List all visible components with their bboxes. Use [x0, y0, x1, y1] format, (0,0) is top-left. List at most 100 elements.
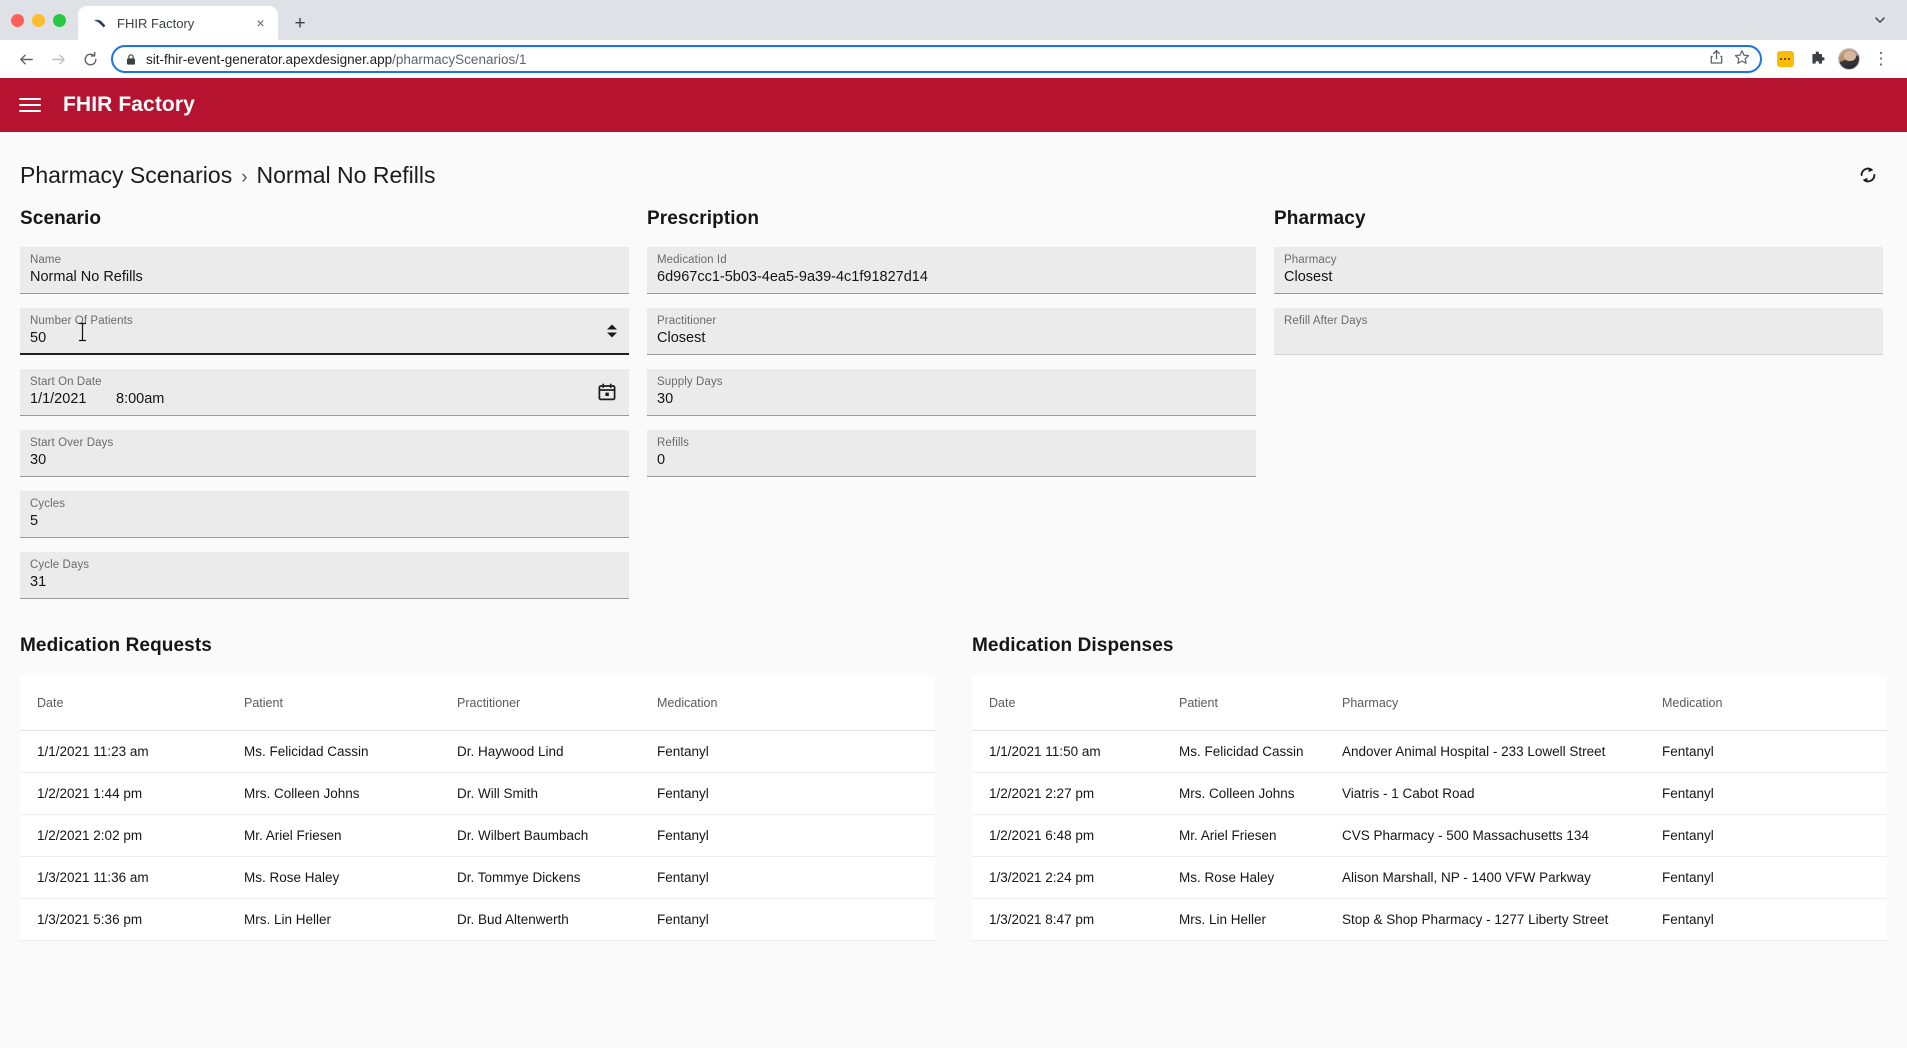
table-row[interactable]: 1/3/2021 8:47 pm Mrs. Lin Heller Stop & …	[972, 898, 1887, 941]
cell-date: 1/3/2021 5:36 pm	[20, 898, 244, 941]
field-cycles[interactable]: Cycles 5	[20, 491, 629, 538]
field-name[interactable]: Name Normal No Refills	[20, 247, 629, 294]
column-header-medication[interactable]: Medication	[1662, 675, 1887, 731]
column-header-pharmacy[interactable]: Pharmacy	[1342, 675, 1662, 731]
cell-medication: Fentanyl	[657, 772, 935, 815]
table-row[interactable]: 1/2/2021 1:44 pm Mrs. Colleen Johns Dr. …	[20, 772, 935, 815]
field-start-over-days[interactable]: Start Over Days 30	[20, 430, 629, 477]
maximize-window-button[interactable]	[53, 13, 66, 27]
cell-practitioner: Dr. Wilbert Baumbach	[457, 814, 657, 857]
prescription-section-title: Prescription	[647, 208, 760, 229]
cell-pharmacy: CVS Pharmacy - 500 Massachusetts 134	[1342, 814, 1662, 857]
forward-icon[interactable]	[43, 44, 73, 74]
text-cursor-icon	[78, 322, 87, 347]
share-icon[interactable]	[1709, 49, 1724, 70]
scenario-section-title: Scenario	[20, 208, 102, 229]
cell-medication: Fentanyl	[657, 730, 935, 773]
cell-pharmacy: Stop & Shop Pharmacy - 1277 Liberty Stre…	[1342, 898, 1662, 941]
back-icon[interactable]	[11, 44, 41, 74]
field-refills[interactable]: Refills 0	[647, 430, 1256, 477]
table-row[interactable]: 1/3/2021 5:36 pm Mrs. Lin Heller Dr. Bud…	[20, 898, 935, 941]
medication-requests-head: Date Patient Practitioner Medication	[20, 675, 935, 731]
table-header-row: Date Patient Pharmacy Medication	[972, 675, 1887, 731]
cell-medication: Fentanyl	[1662, 898, 1887, 941]
cell-patient: Ms. Felicidad Cassin	[1179, 730, 1342, 773]
number-stepper[interactable]	[607, 324, 617, 337]
browser-tab[interactable]: FHIR Factory ×	[78, 6, 278, 40]
field-number-of-patients-label: Number Of Patients	[30, 315, 133, 327]
medication-dispenses-title: Medication Dispenses	[972, 635, 1174, 656]
cell-practitioner: Dr. Will Smith	[457, 772, 657, 815]
refresh-icon[interactable]	[1851, 158, 1885, 192]
new-tab-button[interactable]: +	[285, 8, 315, 38]
close-window-button[interactable]	[11, 13, 24, 27]
puzzle-extensions-icon[interactable]	[1802, 44, 1832, 74]
address-bar[interactable]: sit-fhir-event-generator.apexdesigner.ap…	[111, 45, 1762, 73]
field-practitioner-value: Closest	[657, 330, 706, 346]
field-pharmacy[interactable]: Pharmacy Closest	[1274, 247, 1883, 294]
minimize-window-button[interactable]	[32, 13, 45, 27]
tab-strip: FHIR Factory × +	[0, 0, 1907, 40]
url-domain: sit-fhir-event-generator.apexdesigner.ap…	[146, 51, 393, 67]
cell-date: 1/3/2021 8:47 pm	[972, 898, 1179, 941]
column-header-medication[interactable]: Medication	[657, 675, 935, 731]
table-row[interactable]: 1/3/2021 11:36 am Ms. Rose Haley Dr. Tom…	[20, 856, 935, 899]
stepper-up-icon[interactable]	[607, 324, 617, 329]
field-start-on-date[interactable]: Start On Date 1/1/2021 8:00am	[20, 369, 629, 416]
reload-icon[interactable]	[75, 44, 105, 74]
cell-date: 1/2/2021 2:27 pm	[972, 772, 1179, 815]
hamburger-menu-icon[interactable]	[19, 98, 41, 112]
cell-practitioner: Dr. Haywood Lind	[457, 730, 657, 773]
breadcrumb-parent-link[interactable]: Pharmacy Scenarios	[20, 162, 232, 189]
table-row[interactable]: 1/2/2021 2:02 pm Mr. Ariel Friesen Dr. W…	[20, 814, 935, 857]
cell-date: 1/3/2021 11:36 am	[20, 856, 244, 899]
bookmark-star-icon[interactable]	[1734, 49, 1750, 70]
browser-menu-icon[interactable]: ⋮	[1866, 44, 1896, 74]
table-row[interactable]: 1/3/2021 2:24 pm Ms. Rose Haley Alison M…	[972, 856, 1887, 899]
field-cycle-days[interactable]: Cycle Days 31	[20, 552, 629, 599]
field-cycle-days-label: Cycle Days	[30, 559, 90, 571]
bird-logo-icon	[91, 15, 108, 32]
field-pharmacy-value: Closest	[1284, 269, 1333, 285]
field-refill-after-days[interactable]: Refill After Days	[1274, 308, 1883, 355]
field-cycle-days-value: 31	[30, 574, 47, 590]
column-header-practitioner[interactable]: Practitioner	[457, 675, 657, 731]
table-row[interactable]: 1/1/2021 11:50 am Ms. Felicidad Cassin A…	[972, 730, 1887, 773]
scenario-section: Scenario Name Normal No Refills Number O…	[20, 208, 629, 613]
field-start-on-date-label: Start On Date	[30, 376, 102, 388]
table-row[interactable]: 1/1/2021 11:23 am Ms. Felicidad Cassin D…	[20, 730, 935, 773]
chevron-down-icon[interactable]	[1867, 7, 1893, 33]
cell-patient: Ms. Rose Haley	[1179, 856, 1342, 899]
table-row[interactable]: 1/2/2021 2:27 pm Mrs. Colleen Johns Viat…	[972, 772, 1887, 815]
field-practitioner-label: Practitioner	[657, 315, 717, 327]
field-medication-id[interactable]: Medication Id 6d967cc1-5b03-4ea5-9a39-4c…	[647, 247, 1256, 294]
column-header-patient[interactable]: Patient	[244, 675, 457, 731]
url-path: /pharmacyScenarios/1	[392, 51, 527, 67]
medication-requests-table: Date Patient Practitioner Medication 1/1…	[20, 675, 935, 941]
cell-medication: Fentanyl	[1662, 730, 1887, 773]
medication-requests-title: Medication Requests	[20, 635, 212, 656]
cell-date: 1/2/2021 2:02 pm	[20, 814, 244, 857]
cell-date: 1/2/2021 1:44 pm	[20, 772, 244, 815]
calendar-icon[interactable]	[597, 382, 617, 402]
cell-medication: Fentanyl	[657, 814, 935, 857]
column-header-patient[interactable]: Patient	[1179, 675, 1342, 731]
field-name-label: Name	[30, 254, 62, 266]
stepper-down-icon[interactable]	[607, 332, 617, 337]
field-supply-days[interactable]: Supply Days 30	[647, 369, 1256, 416]
column-header-date[interactable]: Date	[20, 675, 244, 731]
table-header-row: Date Patient Practitioner Medication	[20, 675, 935, 731]
medication-dispenses-head: Date Patient Pharmacy Medication	[972, 675, 1887, 731]
cell-medication: Fentanyl	[1662, 772, 1887, 815]
field-refills-label: Refills	[657, 437, 690, 449]
extension-badge-icon[interactable]	[1770, 44, 1800, 74]
field-cycles-value: 5	[30, 513, 39, 529]
field-practitioner[interactable]: Practitioner Closest	[647, 308, 1256, 355]
table-row[interactable]: 1/2/2021 6:48 pm Mr. Ariel Friesen CVS P…	[972, 814, 1887, 857]
tab-title: FHIR Factory	[117, 15, 195, 31]
cell-patient: Mrs. Colleen Johns	[244, 772, 457, 815]
close-tab-button[interactable]: ×	[252, 15, 269, 32]
column-header-date[interactable]: Date	[972, 675, 1179, 731]
profile-avatar[interactable]	[1834, 44, 1864, 74]
field-number-of-patients[interactable]: Number Of Patients 50	[20, 308, 629, 355]
